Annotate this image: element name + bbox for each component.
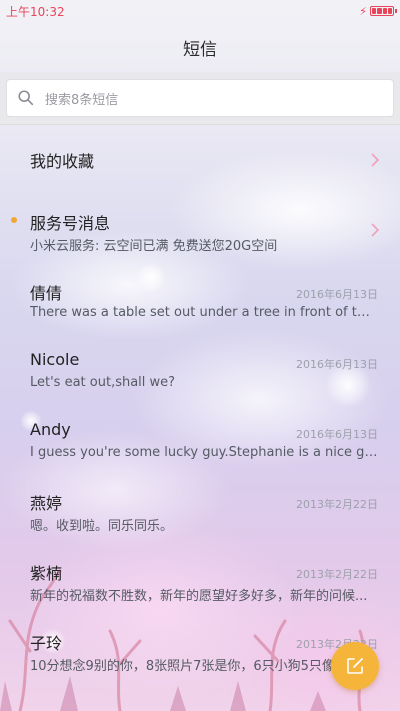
conversation-name: Andy [30,420,71,439]
list-item-service-messages[interactable]: 服务号消息 小米云服务: 云空间已满 免费送您20G空间 [0,194,400,264]
list-item-favorites[interactable]: 我的收藏 [0,124,400,194]
page-title: 短信 [183,39,217,60]
charging-icon: ⚡ [359,4,367,18]
status-time: 上午10:32 [6,4,65,19]
search-input[interactable]: 搜索8条短信 [7,80,393,116]
conversation-name: 燕婷 [30,494,63,513]
header: 短信 [0,22,400,72]
conversation-list: 我的收藏 服务号消息 小米云服务: 云空间已满 免费送您20G空间 倩倩 201… [0,124,400,684]
list-item[interactable]: Andy 2016年6月13日 I guess you're some luck… [0,404,400,474]
conversation-preview: There was a table set out under a tree i… [30,305,378,320]
conversation-date: 2013年2月22日 [296,568,378,581]
conversation-name: 紫楠 [30,564,63,583]
conversation-preview: 新年的祝福数不胜数，新年的愿望好多好多，新年的问候... [30,589,368,604]
battery-icon [370,6,397,16]
search-bar: 搜索8条短信 [0,72,400,125]
conversation-preview: Let's eat out,shall we? [30,375,176,390]
list-item[interactable]: Nicole 2016年6月13日 Let's eat out,shall we… [0,334,400,404]
conversation-name: Nicole [30,350,80,369]
conversation-name: 子玲 [30,634,63,653]
conversation-date: 2016年6月13日 [296,428,378,441]
unread-dot [11,217,17,223]
conversation-date: 2016年6月13日 [296,358,378,371]
conversation-preview: 小米云服务: 云空间已满 免费送您20G空间 [30,239,278,254]
status-indicators: ⚡ [359,4,397,18]
compose-icon [347,658,363,674]
status-bar: 上午10:32 ⚡ [0,0,400,22]
conversation-preview: I guess you're some lucky guy.Stephanie … [30,445,378,460]
search-placeholder: 搜索8条短信 [45,92,119,108]
compose-button[interactable] [331,642,379,690]
conversation-name: 我的收藏 [30,152,95,171]
chevron-right-icon [371,223,380,237]
conversation-preview: 10分想念9别的你，8张照片7张是你，6只小狗5只像你 [30,659,348,674]
list-item[interactable]: 倩倩 2016年6月13日 There was a table set out … [0,264,400,334]
list-item[interactable]: 燕婷 2013年2月22日 嗯。收到啦。同乐同乐。 [0,474,400,544]
conversation-name: 倩倩 [30,284,63,303]
conversation-date: 2016年6月13日 [296,288,378,301]
conversation-date: 2013年2月22日 [296,498,378,511]
chevron-right-icon [371,153,380,167]
conversation-name: 服务号消息 [30,214,111,233]
conversation-preview: 嗯。收到啦。同乐同乐。 [30,519,174,534]
search-icon [18,90,34,106]
list-item[interactable]: 紫楠 2013年2月22日 新年的祝福数不胜数，新年的愿望好多好多，新年的问候.… [0,544,400,614]
